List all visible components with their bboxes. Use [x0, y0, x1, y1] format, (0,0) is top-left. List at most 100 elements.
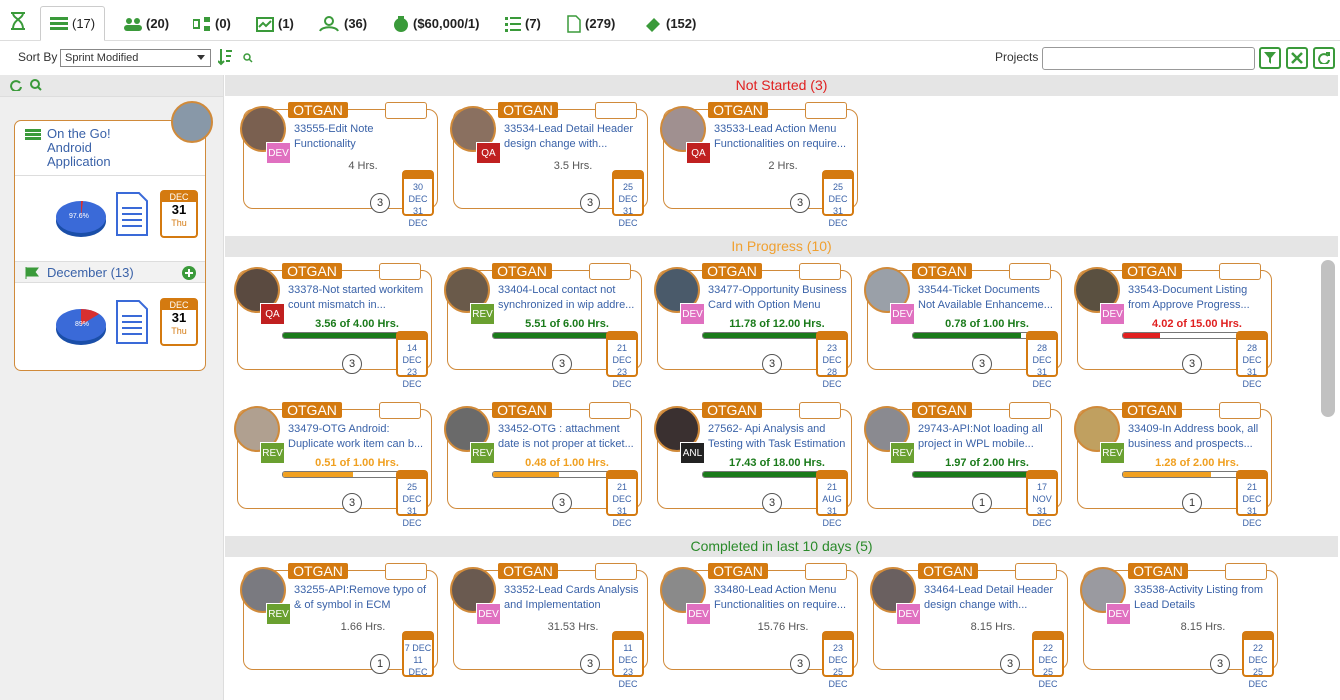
work-item-card[interactable]: OTGAN DEV 33538-Activity Listing from Le… [1080, 563, 1278, 689]
card-title[interactable]: 29743-API:Not loading all project in WPL… [918, 422, 1060, 452]
work-item-card[interactable]: OTGAN REV 29743-API:Not loading all proj… [864, 402, 1062, 528]
tab-budget[interactable]: ($60,000/1) [393, 6, 480, 41]
card-title[interactable]: 33352-Lead Cards Analysis and Implementa… [504, 583, 646, 613]
work-item-card[interactable]: OTGAN REV 33479-OTG Android: Duplicate w… [234, 402, 432, 528]
hourglass-icon[interactable] [10, 12, 26, 30]
card-title[interactable]: 33544-Ticket Documents Not Available Enh… [918, 283, 1060, 313]
tab-workitems[interactable]: (17) [40, 6, 106, 41]
work-item-card[interactable]: OTGAN DEV 33477-Opportunity Business Car… [654, 263, 852, 389]
card-title[interactable]: 33555-Edit Note Functionality [294, 122, 436, 152]
org-badge: OTGAN [702, 402, 762, 418]
work-item-card[interactable]: OTGAN REV 33404-Local contact not synchr… [444, 263, 642, 389]
task-type-icon[interactable] [589, 263, 631, 280]
comment-count[interactable]: 1 [1182, 493, 1202, 513]
card-title[interactable]: 33480-Lead Action Menu Functionalities o… [714, 583, 856, 613]
task-type-icon[interactable] [1015, 563, 1057, 580]
projects-input[interactable] [1042, 47, 1255, 70]
task-type-icon[interactable] [589, 402, 631, 419]
scrollbar[interactable] [1321, 260, 1335, 417]
sort-order-icon[interactable] [218, 48, 232, 66]
tab-checklist[interactable]: (7) [505, 6, 541, 41]
search-icon[interactable] [243, 53, 253, 63]
task-type-icon[interactable] [799, 402, 841, 419]
work-item-card[interactable]: OTGAN QA 33533-Lead Action Menu Function… [660, 102, 858, 228]
card-title[interactable]: 33464-Lead Detail Header design change w… [924, 583, 1066, 613]
search-icon[interactable] [30, 79, 42, 91]
comment-count[interactable]: 3 [580, 193, 600, 213]
project-card[interactable]: On the Go! Android Application 97.6% DEC… [14, 101, 213, 371]
task-type-icon[interactable] [1219, 263, 1261, 280]
card-title[interactable]: 33255-API:Remove typo of & of symbol in … [294, 583, 436, 613]
add-icon[interactable] [181, 265, 197, 281]
work-item-card[interactable]: OTGAN DEV 33555-Edit Note Functionality … [240, 102, 438, 228]
task-type-icon[interactable] [805, 563, 847, 580]
work-item-card[interactable]: OTGAN QA 33378-Not started workitem coun… [234, 263, 432, 389]
card-title[interactable]: 33538-Activity Listing from Lead Details [1134, 583, 1276, 613]
work-item-card[interactable]: OTGAN ANL 27562- Api Analysis and Testin… [654, 402, 852, 528]
work-item-card[interactable]: OTGAN REV 33255-API:Remove typo of & of … [240, 563, 438, 677]
comment-count[interactable]: 3 [790, 193, 810, 213]
task-type-icon[interactable] [595, 563, 637, 580]
task-type-icon[interactable] [1219, 402, 1261, 419]
work-item-card[interactable]: OTGAN DEV 33543-Document Listing from Ap… [1074, 263, 1272, 389]
work-item-card[interactable]: OTGAN QA 33534-Lead Detail Header design… [450, 102, 648, 228]
comment-count[interactable]: 3 [580, 654, 600, 674]
tab-documents[interactable]: (279) [567, 6, 615, 41]
card-title[interactable]: 33543-Document Listing from Approve Prog… [1128, 283, 1270, 313]
tab-team[interactable]: (36) [318, 6, 367, 41]
task-type-icon[interactable] [799, 263, 841, 280]
card-title[interactable]: 33477-Opportunity Business Card with Opt… [708, 283, 850, 313]
comment-count[interactable]: 3 [762, 493, 782, 513]
sort-select[interactable]: Sprint Modified [60, 49, 211, 67]
task-type-icon[interactable] [805, 102, 847, 119]
card-title[interactable]: 33404-Local contact not synchronized in … [498, 283, 640, 313]
card-title[interactable]: 33534-Lead Detail Header design change w… [504, 122, 646, 152]
card-title[interactable]: 33479-OTG Android: Duplicate work item c… [288, 422, 430, 452]
tab-users[interactable]: (20) [124, 6, 169, 41]
card-title[interactable]: 27562- Api Analysis and Testing with Tas… [708, 422, 850, 452]
comment-count[interactable]: 3 [370, 193, 390, 213]
tab-tickets[interactable]: (152) [644, 6, 696, 41]
card-title[interactable]: 33409-In Address book, all business and … [1128, 422, 1270, 452]
task-type-icon[interactable] [379, 263, 421, 280]
comment-count[interactable]: 3 [762, 354, 782, 374]
comment-count[interactable]: 3 [1000, 654, 1020, 674]
refresh-icon[interactable] [10, 79, 22, 91]
comment-count[interactable]: 3 [790, 654, 810, 674]
tab-flow[interactable]: (0) [193, 6, 231, 41]
tab-chart[interactable]: (1) [256, 6, 294, 41]
work-item-card[interactable]: OTGAN REV 33452-OTG : attachment date is… [444, 402, 642, 528]
work-item-card[interactable]: OTGAN REV 33409-In Address book, all bus… [1074, 402, 1272, 528]
comment-count[interactable]: 3 [342, 493, 362, 513]
comment-count[interactable]: 3 [552, 493, 572, 513]
card-title[interactable]: 33452-OTG : attachment date is not prope… [498, 422, 640, 452]
task-type-icon[interactable] [595, 102, 637, 119]
sprint-row[interactable]: December (13) [15, 261, 205, 283]
comment-count[interactable]: 3 [1182, 354, 1202, 374]
task-type-icon[interactable] [1009, 402, 1051, 419]
comment-count[interactable]: 3 [972, 354, 992, 374]
tab-label: (7) [525, 16, 541, 31]
clear-button[interactable] [1286, 47, 1308, 69]
card-title[interactable]: 33533-Lead Action Menu Functionalities o… [714, 122, 856, 152]
comment-count[interactable]: 3 [552, 354, 572, 374]
comment-count[interactable]: 3 [1210, 654, 1230, 674]
card-title[interactable]: 33378-Not started workitem count mismatc… [288, 283, 430, 313]
task-type-icon[interactable] [385, 102, 427, 119]
refresh-button[interactable] [1313, 47, 1335, 69]
work-item-card[interactable]: OTGAN DEV 33544-Ticket Documents Not Ava… [864, 263, 1062, 389]
task-type-icon[interactable] [379, 402, 421, 419]
comment-count[interactable]: 3 [342, 354, 362, 374]
task-type-icon[interactable] [1225, 563, 1267, 580]
task-type-icon[interactable] [385, 563, 427, 580]
work-item-card[interactable]: OTGAN DEV 33480-Lead Action Menu Functio… [660, 563, 858, 689]
comment-count[interactable]: 1 [972, 493, 992, 513]
work-item-card[interactable]: OTGAN DEV 33352-Lead Cards Analysis and … [450, 563, 648, 689]
work-item-card[interactable]: OTGAN DEV 33464-Lead Detail Header desig… [870, 563, 1068, 689]
document-icon[interactable] [115, 299, 149, 345]
filter-button[interactable] [1259, 47, 1281, 69]
comment-count[interactable]: 1 [370, 654, 390, 674]
section-header: Not Started (3) [225, 75, 1338, 96]
document-icon[interactable] [115, 191, 149, 237]
task-type-icon[interactable] [1009, 263, 1051, 280]
